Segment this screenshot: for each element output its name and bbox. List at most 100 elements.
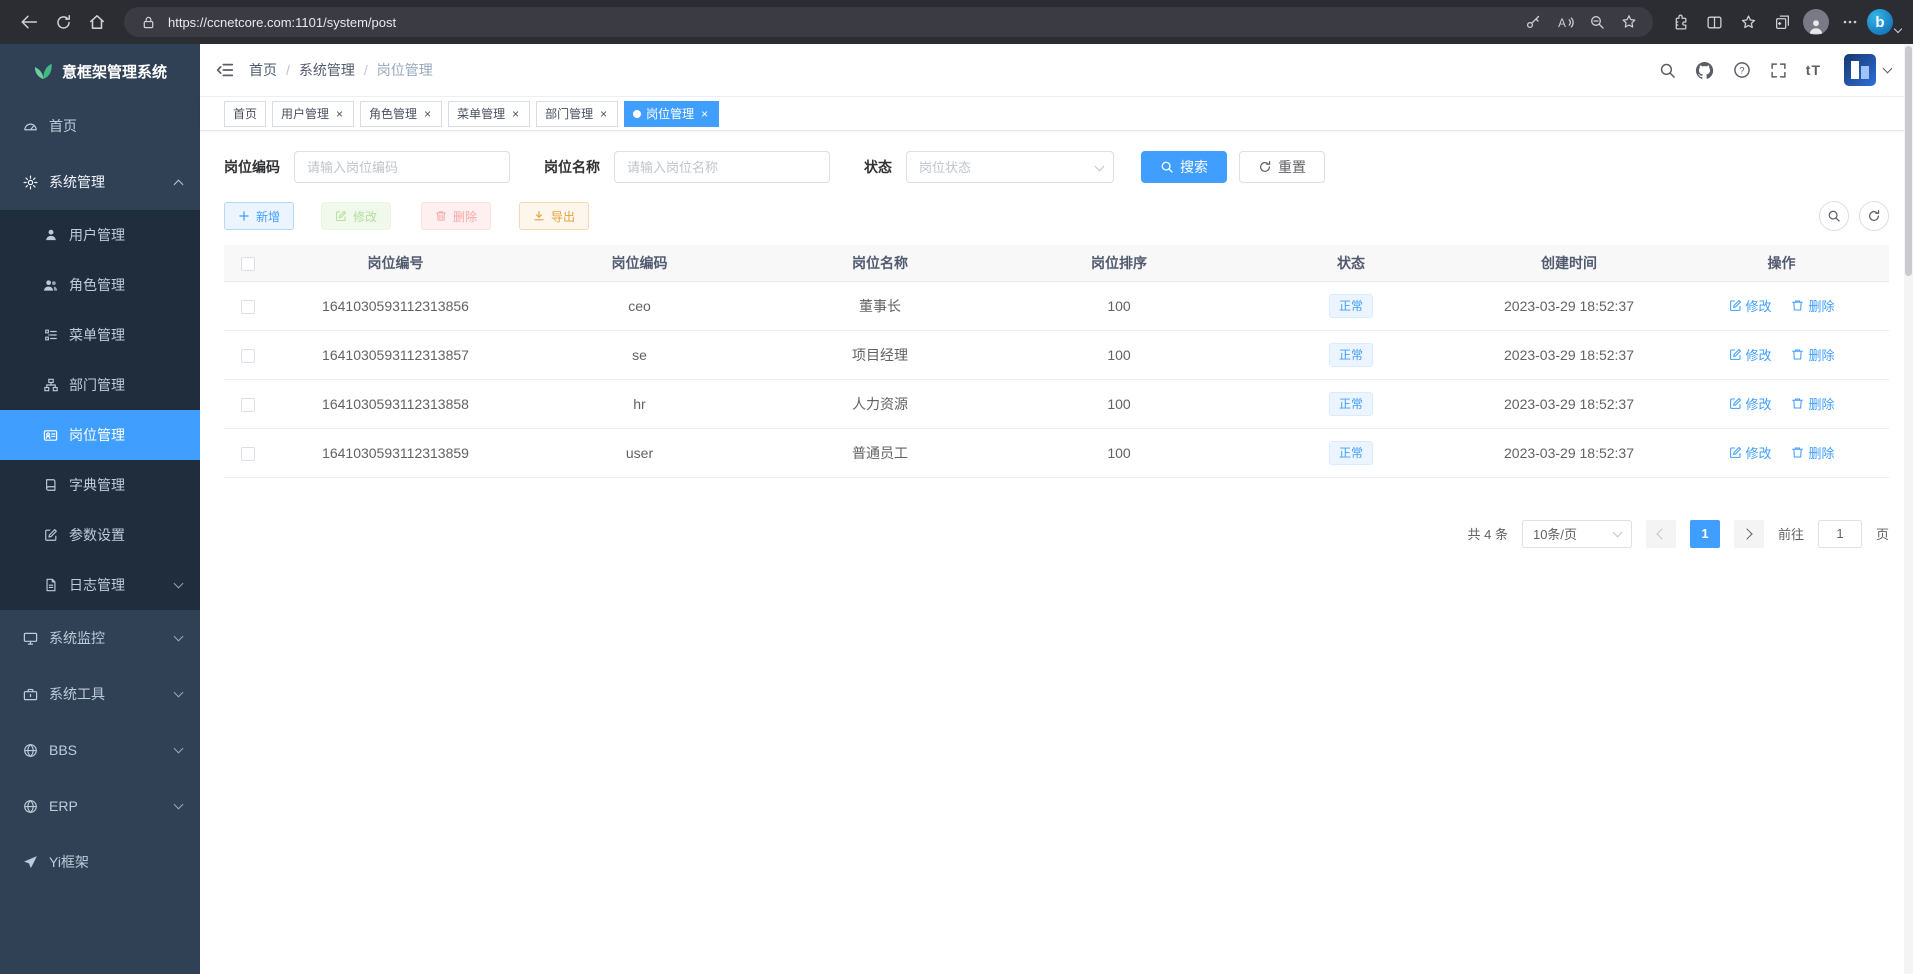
- close-icon[interactable]: ×: [334, 107, 345, 121]
- row-checkbox[interactable]: [241, 447, 255, 461]
- sidebar-collapse-button[interactable]: [216, 61, 234, 79]
- row-checkbox[interactable]: [241, 300, 255, 314]
- add-button[interactable]: 新增: [224, 202, 294, 230]
- row-edit-link[interactable]: 修改: [1729, 394, 1772, 413]
- row-edit-link[interactable]: 修改: [1729, 443, 1772, 462]
- font-size-button[interactable]: tT: [1806, 62, 1821, 78]
- page-size-select[interactable]: 10条/页: [1522, 520, 1632, 548]
- toggle-search-button[interactable]: [1819, 201, 1849, 231]
- sidebar-item-parameters[interactable]: 参数设置: [0, 510, 200, 560]
- page-number-1[interactable]: 1: [1690, 520, 1720, 548]
- tree-table-icon: [42, 328, 59, 342]
- tab-users[interactable]: 用户管理 ×: [272, 101, 354, 127]
- sidebar-item-logs[interactable]: 日志管理: [0, 560, 200, 610]
- password-key-icon[interactable]: [1521, 10, 1545, 34]
- browser-refresh-button[interactable]: [46, 5, 80, 39]
- reset-button[interactable]: 重置: [1239, 151, 1325, 183]
- sidebar-item-monitor[interactable]: 系统监控: [0, 610, 200, 666]
- next-page-button[interactable]: [1734, 520, 1764, 548]
- refresh-table-button[interactable]: [1859, 201, 1889, 231]
- edit-button[interactable]: 修改: [321, 202, 391, 230]
- close-icon[interactable]: ×: [699, 107, 710, 121]
- sidebar-item-menus[interactable]: 菜单管理: [0, 310, 200, 360]
- tab-home[interactable]: 首页: [224, 101, 266, 127]
- text-size-icon: tT: [1806, 62, 1821, 78]
- help-button[interactable]: ?: [1733, 61, 1751, 79]
- github-icon: [1695, 61, 1714, 80]
- favorites-button[interactable]: [1731, 5, 1765, 39]
- row-edit-link[interactable]: 修改: [1729, 296, 1772, 315]
- row-checkbox[interactable]: [241, 398, 255, 412]
- bing-discover-button[interactable]: b: [1867, 5, 1901, 39]
- status-select-input[interactable]: [906, 151, 1114, 183]
- row-delete-link[interactable]: 删除: [1791, 443, 1834, 462]
- browser-back-button[interactable]: [12, 5, 46, 39]
- url-text[interactable]: https://ccnetcore.com:1101/system/post: [168, 15, 1513, 30]
- select-all-checkbox[interactable]: [241, 257, 255, 271]
- delete-button[interactable]: 删除: [421, 202, 491, 230]
- row-delete-link[interactable]: 删除: [1791, 345, 1834, 364]
- tab-posts[interactable]: 岗位管理 ×: [624, 101, 719, 127]
- tab-departments[interactable]: 部门管理 ×: [536, 101, 618, 127]
- svg-text:A: A: [1558, 16, 1566, 29]
- sidebar-item-home[interactable]: 首页: [0, 98, 200, 154]
- extensions-button[interactable]: [1663, 5, 1697, 39]
- add-favorite-star-icon[interactable]: [1617, 10, 1641, 34]
- read-aloud-icon[interactable]: A: [1553, 10, 1577, 34]
- row-delete-link[interactable]: 删除: [1791, 394, 1834, 413]
- prev-page-button[interactable]: [1646, 520, 1676, 548]
- post-name-input[interactable]: [614, 151, 830, 183]
- window-scrollbar[interactable]: [1904, 44, 1913, 974]
- table-row[interactable]: 1641030593112313856 ceo 董事长 100 正常 2023-…: [224, 281, 1889, 330]
- row-checkbox[interactable]: [241, 349, 255, 363]
- post-code-input[interactable]: [294, 151, 510, 183]
- github-link-button[interactable]: [1695, 61, 1714, 80]
- goto-page-input[interactable]: [1818, 520, 1862, 548]
- chevron-down-icon: [174, 687, 184, 697]
- table-row[interactable]: 1641030593112313859 user 普通员工 100 正常 202…: [224, 428, 1889, 477]
- sidebar-item-users[interactable]: 用户管理: [0, 210, 200, 260]
- browser-profile-button[interactable]: [1799, 5, 1833, 39]
- status-select[interactable]: [906, 151, 1114, 183]
- breadcrumb-home[interactable]: 首页: [249, 60, 277, 80]
- goto-label: 前往: [1778, 524, 1804, 543]
- table-row[interactable]: 1641030593112313857 se 项目经理 100 正常 2023-…: [224, 330, 1889, 379]
- fullscreen-button[interactable]: [1770, 62, 1787, 79]
- row-edit-link[interactable]: 修改: [1729, 345, 1772, 364]
- close-icon[interactable]: ×: [422, 107, 433, 121]
- site-lock-icon[interactable]: [136, 10, 160, 34]
- header-search-button[interactable]: [1659, 62, 1676, 79]
- sidebar-item-posts[interactable]: 岗位管理: [0, 410, 200, 460]
- split-screen-button[interactable]: [1697, 5, 1731, 39]
- sidebar-item-departments[interactable]: 部门管理: [0, 360, 200, 410]
- sidebar-item-dictionaries[interactable]: 字典管理: [0, 460, 200, 510]
- address-bar[interactable]: https://ccnetcore.com:1101/system/post A: [124, 7, 1653, 37]
- export-button[interactable]: 导出: [519, 202, 589, 230]
- column-header-name: 岗位名称: [760, 245, 1000, 281]
- breadcrumb-current: 岗位管理: [377, 60, 433, 80]
- row-delete-link[interactable]: 删除: [1791, 296, 1834, 315]
- tab-roles[interactable]: 角色管理 ×: [360, 101, 442, 127]
- browser-menu-button[interactable]: [1833, 5, 1867, 39]
- tab-menus[interactable]: 菜单管理 ×: [448, 101, 530, 127]
- browser-home-button[interactable]: [80, 5, 114, 39]
- zoom-out-icon[interactable]: [1585, 10, 1609, 34]
- collections-button[interactable]: [1765, 5, 1799, 39]
- sidebar-item-erp[interactable]: ERP: [0, 778, 200, 834]
- close-icon[interactable]: ×: [510, 107, 521, 121]
- sidebar-item-tools[interactable]: 系统工具: [0, 666, 200, 722]
- scrollbar-thumb[interactable]: [1905, 46, 1912, 276]
- table-row[interactable]: 1641030593112313858 hr 人力资源 100 正常 2023-…: [224, 379, 1889, 428]
- close-icon[interactable]: ×: [598, 107, 609, 121]
- breadcrumb: 首页 / 系统管理 / 岗位管理: [249, 60, 433, 80]
- app-title: 意框架管理系统: [62, 61, 167, 82]
- sidebar-item-yi-framework[interactable]: Yi框架: [0, 834, 200, 890]
- breadcrumb-system[interactable]: 系统管理: [299, 60, 355, 80]
- sidebar-item-bbs[interactable]: BBS: [0, 722, 200, 778]
- column-header-status: 状态: [1238, 245, 1464, 281]
- search-button[interactable]: 搜索: [1141, 151, 1227, 183]
- sidebar-item-roles[interactable]: 角色管理: [0, 260, 200, 310]
- app-logo[interactable]: 意框架管理系统: [0, 44, 200, 98]
- sidebar-item-system[interactable]: 系统管理: [0, 154, 200, 210]
- user-menu[interactable]: [1844, 54, 1891, 86]
